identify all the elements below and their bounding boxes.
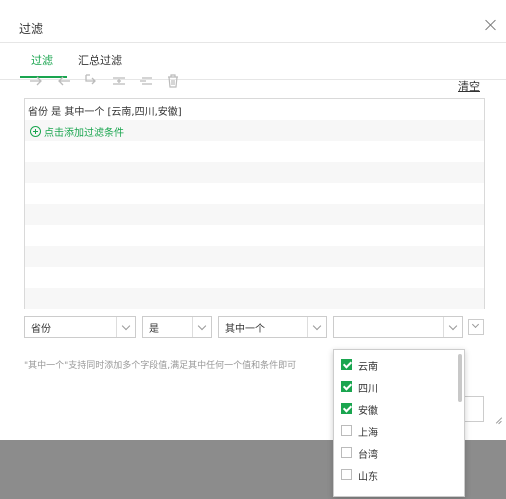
trash-icon[interactable] <box>164 72 182 90</box>
mode-select-value: 其中一个 <box>225 324 265 335</box>
dropdown-option[interactable]: 台湾 <box>334 442 454 464</box>
chevron-down-icon[interactable] <box>443 317 462 337</box>
condition-list: 省份 是 其中一个 [云南,四川,安徽] 点击添加过滤条件 <box>24 98 485 309</box>
field-select-value: 省份 <box>31 324 51 335</box>
hint-text: "其中一个"支持同时添加多个字段值,满足其中任何一个值和条件即可 <box>24 361 297 371</box>
checkbox[interactable] <box>341 469 352 480</box>
dialog-titlebar: 过滤 <box>0 12 506 42</box>
list-row <box>25 183 484 204</box>
tab-filter[interactable]: 过滤 <box>31 52 53 68</box>
condition-item[interactable]: 省份 是 其中一个 [云南,四川,安徽] <box>28 103 182 118</box>
value-multiselect[interactable] <box>333 316 463 338</box>
chevron-down-icon[interactable] <box>307 317 326 337</box>
dialog-title: 过滤 <box>19 22 44 36</box>
add-condition-icon[interactable] <box>110 72 128 90</box>
dropdown-option[interactable]: 云南 <box>334 354 454 376</box>
field-select[interactable]: 省份 <box>24 316 136 338</box>
chevron-down-icon[interactable] <box>116 317 135 337</box>
arrow-left-icon[interactable] <box>55 72 73 90</box>
list-row <box>25 267 484 288</box>
list-row <box>25 288 484 309</box>
clear-button[interactable]: 清空 <box>458 78 480 94</box>
tab-bar: 过滤 汇总过滤 <box>0 42 506 80</box>
checkbox[interactable] <box>341 359 352 370</box>
operator-select-value: 是 <box>149 324 159 335</box>
checkbox[interactable] <box>341 425 352 436</box>
plus-circle-icon <box>30 126 41 137</box>
remove-condition-icon[interactable] <box>137 72 155 90</box>
list-row <box>25 204 484 225</box>
list-row <box>25 162 484 183</box>
value-dropdown: 云南 四川 安徽 上海 台湾 山东 <box>333 349 465 497</box>
expand-icon[interactable] <box>468 319 484 335</box>
chevron-down-icon[interactable] <box>192 317 211 337</box>
dropdown-scrollbar[interactable] <box>458 354 462 402</box>
list-row <box>25 141 484 162</box>
operator-select[interactable]: 是 <box>142 316 212 338</box>
mode-select[interactable]: 其中一个 <box>218 316 327 338</box>
checkbox[interactable] <box>341 403 352 414</box>
add-condition-link[interactable]: 点击添加过滤条件 <box>30 124 124 139</box>
list-row <box>25 246 484 267</box>
checkbox[interactable] <box>341 381 352 392</box>
resize-handle-icon[interactable] <box>493 415 503 425</box>
dropdown-option[interactable]: 山东 <box>334 464 454 486</box>
arrow-right-icon[interactable] <box>27 72 45 90</box>
close-icon[interactable] <box>484 18 498 32</box>
indent-icon[interactable] <box>82 72 100 90</box>
tab-summary-filter[interactable]: 汇总过滤 <box>78 52 122 68</box>
checkbox[interactable] <box>341 447 352 458</box>
add-condition-label: 点击添加过滤条件 <box>44 128 124 139</box>
dropdown-option[interactable]: 安徽 <box>334 398 454 420</box>
dropdown-option[interactable]: 四川 <box>334 376 454 398</box>
dropdown-option[interactable]: 上海 <box>334 420 454 442</box>
list-row <box>25 225 484 246</box>
